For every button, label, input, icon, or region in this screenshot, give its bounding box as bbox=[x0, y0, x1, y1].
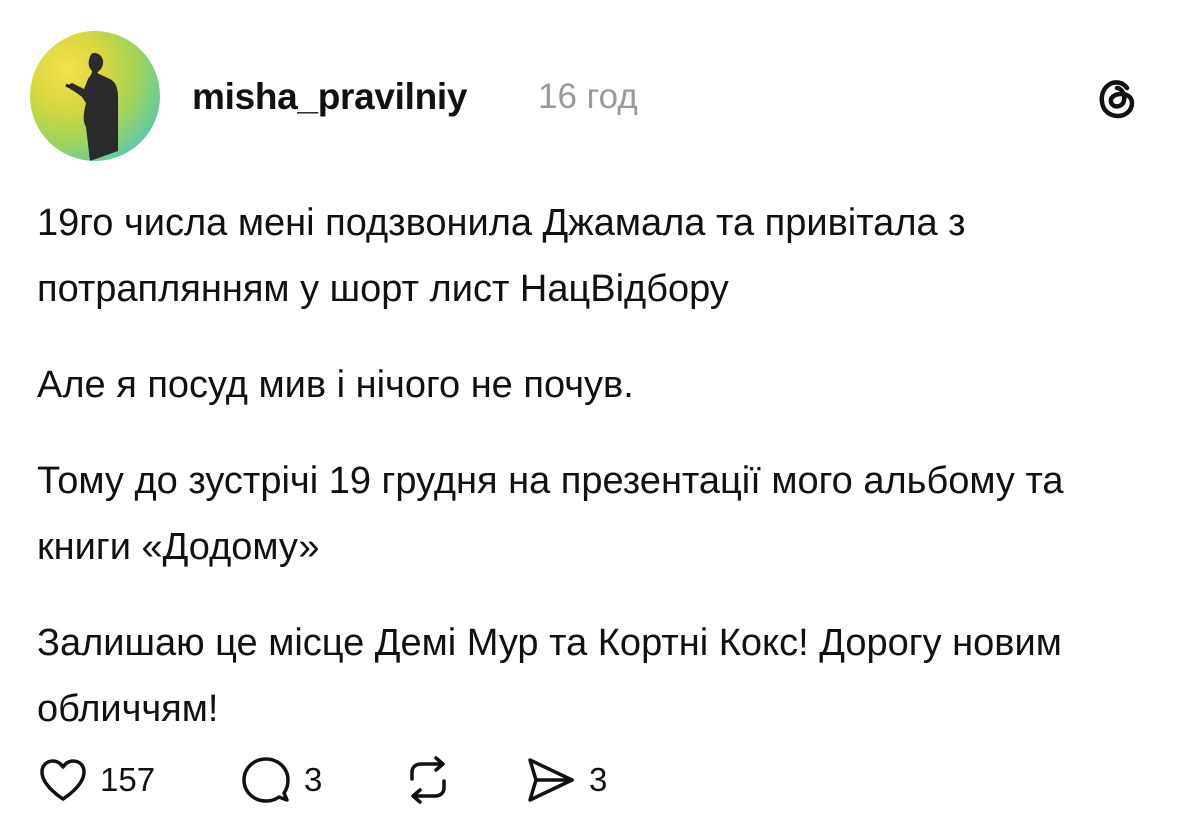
post-paragraph: Але я посуд мив і нічого не почув. bbox=[37, 364, 634, 406]
like-button[interactable]: 157 bbox=[38, 752, 155, 808]
avatar-image bbox=[65, 53, 118, 161]
post-paragraph: Залишаю це місце Демі Мур та Кортні Кокс… bbox=[37, 622, 1062, 730]
post-paragraph: 19го числа мені подзвонила Джамала та пр… bbox=[37, 202, 966, 310]
comment-bubble-icon bbox=[242, 757, 290, 803]
reply-count: 3 bbox=[304, 761, 323, 798]
avatar[interactable] bbox=[30, 31, 160, 161]
repost-button[interactable] bbox=[402, 752, 454, 808]
post-time: 16 год bbox=[538, 77, 638, 116]
share-button[interactable]: 3 bbox=[525, 752, 607, 808]
post-paragraph: Тому до зустрічі 19 грудня на презентаці… bbox=[37, 460, 1064, 568]
post-actions: 157 3 3 bbox=[38, 752, 738, 808]
repost-icon bbox=[410, 756, 446, 804]
heart-icon bbox=[40, 759, 86, 801]
post-body: 19го числа мені подзвонила Джамала та пр… bbox=[37, 190, 1147, 772]
username[interactable]: misha_pravilniy bbox=[192, 74, 467, 120]
like-count: 157 bbox=[100, 761, 156, 798]
share-count: 3 bbox=[589, 761, 608, 798]
threads-logo-icon[interactable] bbox=[1093, 74, 1141, 122]
send-icon bbox=[528, 758, 574, 802]
reply-button[interactable]: 3 bbox=[240, 752, 322, 808]
